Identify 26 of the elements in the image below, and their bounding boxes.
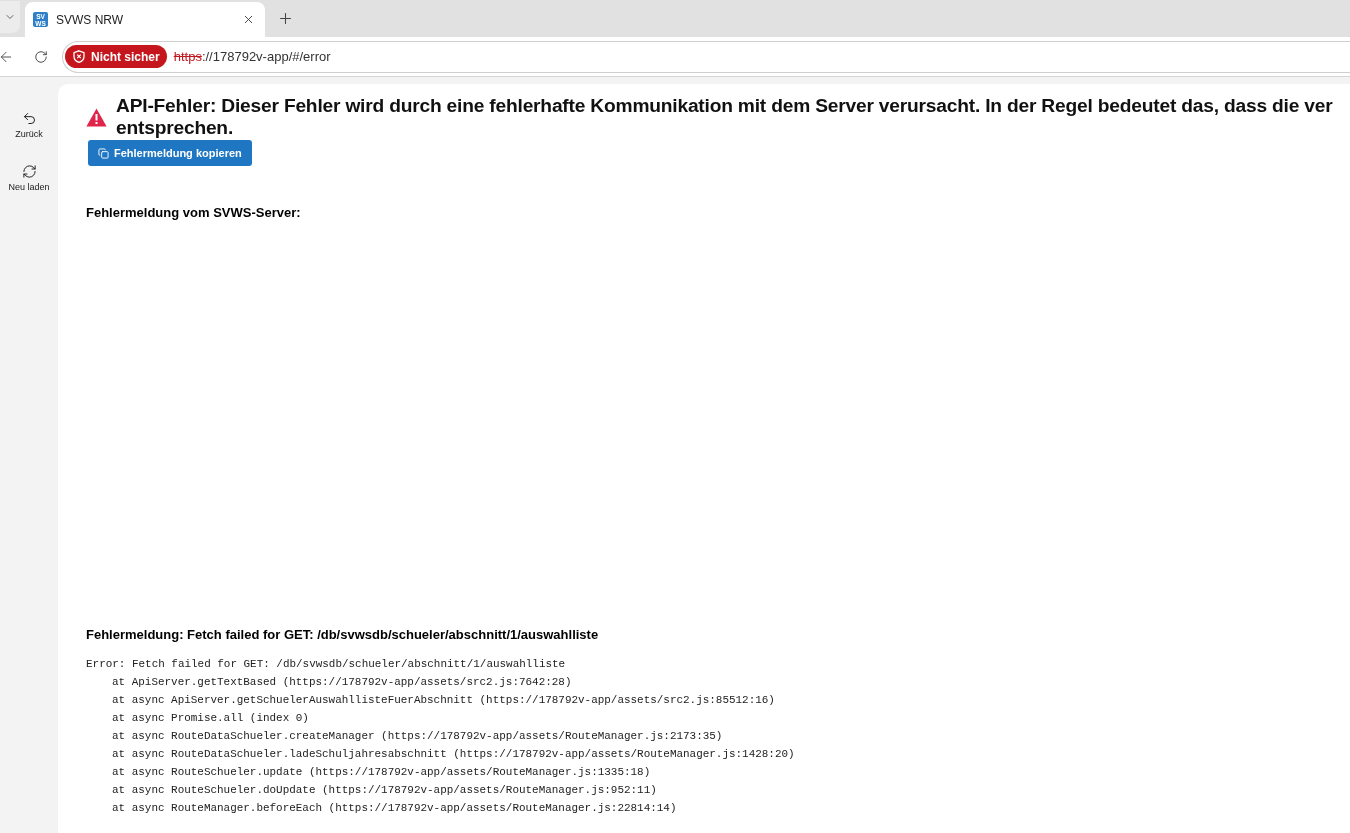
stack-trace-line: at async RouteDataSchueler.ladeSchuljahresabschnitt (https://178792v-app/assets/RouteManager.js:1428:20) xyxy=(111,747,795,762)
stack-trace-line: Error: Fetch failed for GET: /db/svwsdb/schueler/abschnitt/1/auswahlliste xyxy=(86,657,567,672)
tab-title: SVWS NRW xyxy=(56,11,125,29)
section-title: Fehlermeldung vom SVWS-Server: xyxy=(86,204,301,222)
undo-icon xyxy=(21,111,37,126)
copy-icon xyxy=(98,147,109,159)
stack-trace-line: at async Promise.all (index 0) xyxy=(111,711,310,726)
reload-icon xyxy=(34,49,48,64)
stack-trace-line: at async RouteSchueler.update (https://178792v-app/assets/RouteManager.js:1335:18) xyxy=(111,765,652,780)
back-button[interactable]: Zurück xyxy=(4,109,54,142)
error-message-title: Fehlermeldung: Fetch failed for GET: /db/svwsdb/schueler/abschnitt/1/auswahlliste xyxy=(86,626,599,644)
url-text: ://178792v-app/#/error xyxy=(201,47,331,66)
stack-trace-line: at async RouteSchueler.doUpdate (https://178792v-app/assets/RouteManager.js:952:11) xyxy=(111,783,658,798)
stack-trace-line: at ApiServer.getTextBased (https://178792v-app/assets/src2.js:7642:28) xyxy=(111,675,573,690)
error-heading: entsprechen. xyxy=(116,117,235,139)
reload-icon xyxy=(21,164,37,179)
error-heading: API-Fehler: Dieser Fehler wird durch eine fehlerhafte Kommunikation mit dem Server verursacht. In der Regel bedeutet das, dass die ver xyxy=(116,95,1333,117)
security-badge[interactable]: Nicht sicher xyxy=(65,45,167,68)
url-scheme: https xyxy=(173,47,202,66)
stack-trace-line: at async RouteDataSchueler.createManager (https://178792v-app/assets/RouteManager.js:2173:35) xyxy=(111,729,724,744)
stack-trace-line: at async ApiServer.getSchuelerAuswahllisteFuerAbschnitt (https://178792v-app/assets/src2.js:85512:16) xyxy=(111,693,776,708)
shield-icon xyxy=(73,50,85,63)
stack-trace-line: at async RouteManager.beforeEach (https://178792v-app/assets/RouteManager.js:22814:14) xyxy=(111,801,678,816)
warning-icon xyxy=(86,107,107,127)
reload-button[interactable]: Neu laden xyxy=(4,162,54,195)
copy-error-button[interactable]: Fehlermeldung kopieren xyxy=(88,140,252,166)
